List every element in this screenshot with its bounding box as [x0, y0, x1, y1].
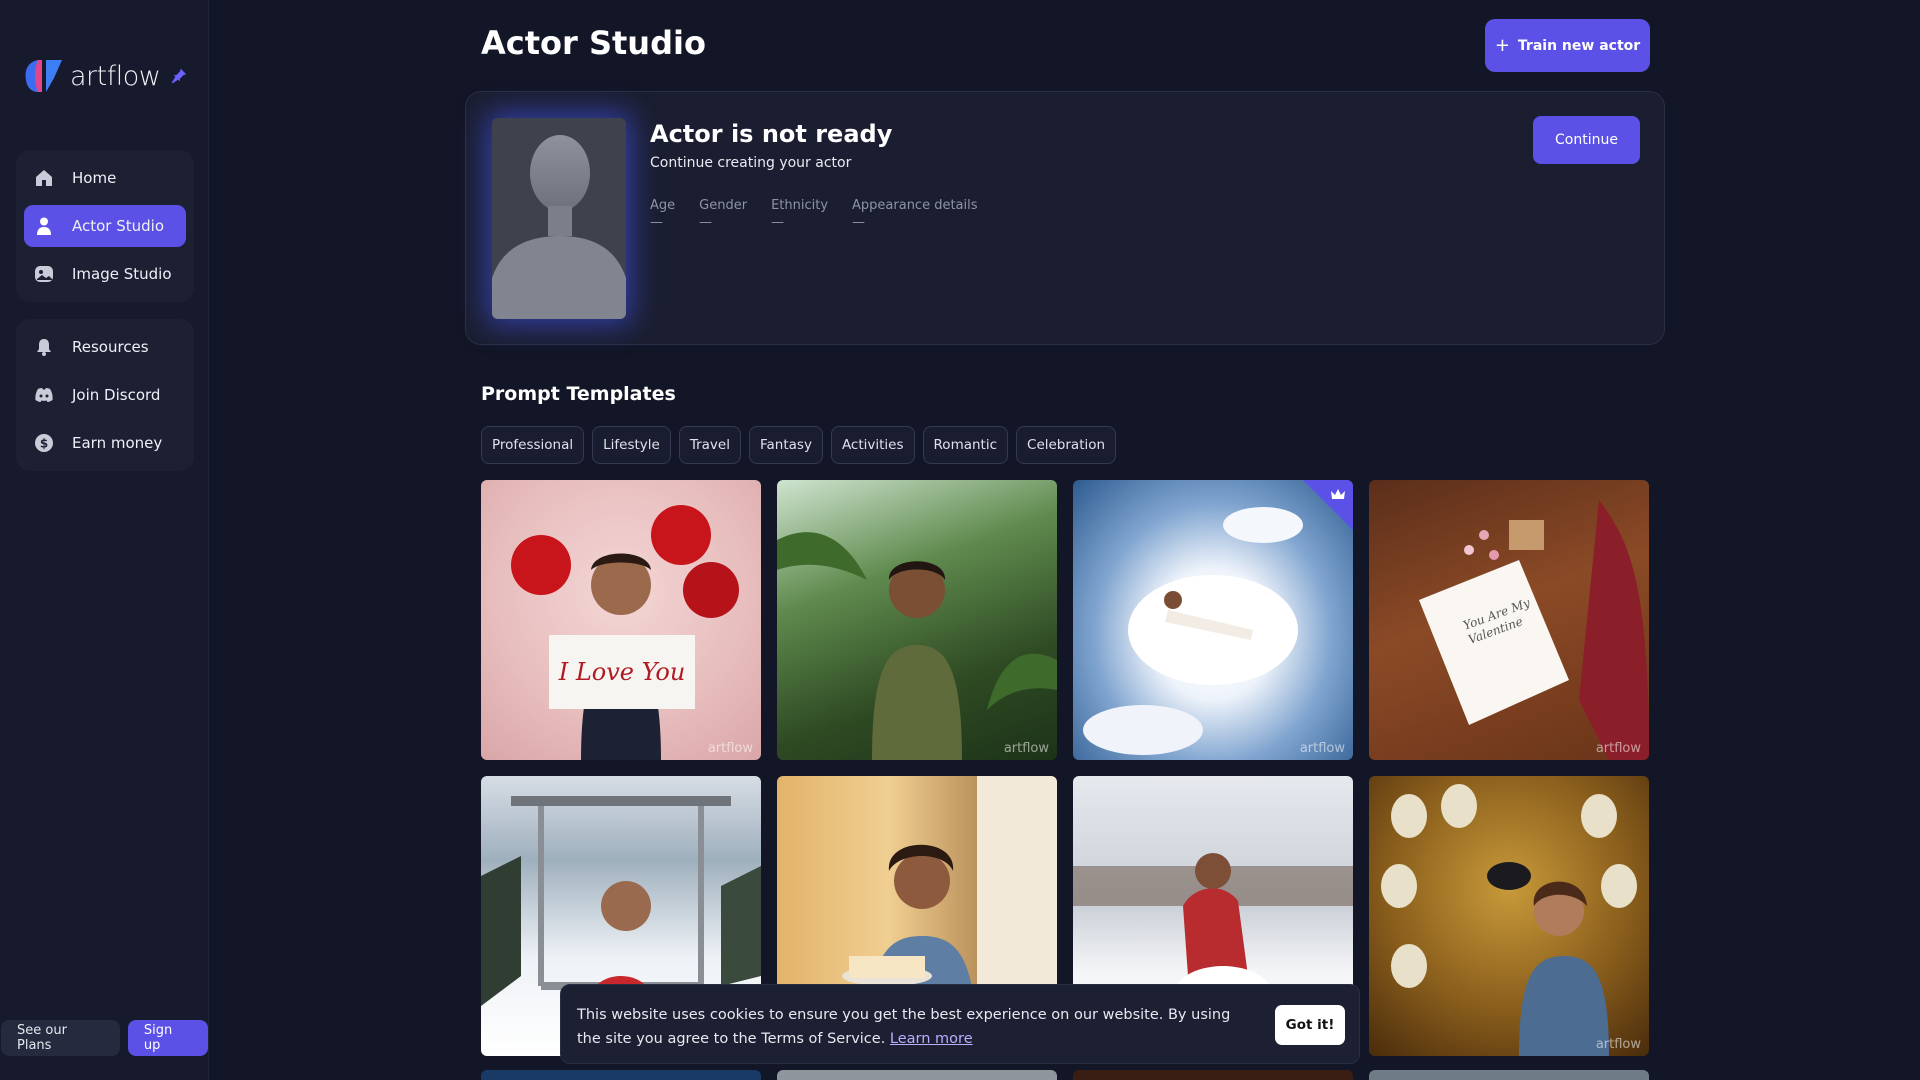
- see-plans-button[interactable]: See our Plans: [1, 1020, 120, 1056]
- field-value: —: [852, 215, 866, 230]
- chip-romantic[interactable]: Romantic: [922, 426, 1009, 464]
- chip-lifestyle[interactable]: Lifestyle: [592, 426, 671, 464]
- chip-travel[interactable]: Travel: [678, 426, 741, 464]
- field-value: —: [699, 215, 713, 230]
- sidebar-item-home[interactable]: Home: [24, 157, 186, 199]
- cookie-banner: This website uses cookies to ensure you …: [560, 984, 1360, 1064]
- chip-activities[interactable]: Activities: [830, 426, 915, 464]
- love-sign: I Love You: [549, 635, 695, 709]
- sidebar-item-label: Resources: [72, 338, 149, 356]
- masquerade-image: [1381, 784, 1637, 1056]
- field-ethnicity: Ethnicity —: [771, 198, 828, 230]
- chip-celebration[interactable]: Celebration: [1016, 426, 1117, 464]
- crown-icon: [1331, 489, 1345, 499]
- field-label: Age: [650, 198, 676, 213]
- template-tile-masquerade[interactable]: artflow: [1369, 776, 1649, 1056]
- dollar-icon: $: [34, 433, 54, 453]
- field-gender: Gender —: [699, 198, 747, 230]
- sign-up-button[interactable]: Sign up: [127, 1020, 208, 1056]
- nav-group-main: Home Actor Studio Image Studio: [16, 150, 194, 302]
- page-title: Actor Studio: [481, 24, 706, 62]
- watermark: artflow: [1003, 741, 1049, 756]
- got-it-button[interactable]: Got it!: [1275, 1005, 1345, 1045]
- image-studio-icon: [34, 264, 54, 284]
- discord-icon: [34, 385, 54, 405]
- sidebar-item-resources[interactable]: Resources: [24, 326, 186, 368]
- home-icon: [34, 168, 54, 188]
- sidebar-item-label: Earn money: [72, 434, 163, 452]
- sidebar-item-earn-money[interactable]: $ Earn money: [24, 422, 186, 464]
- logo-text: artflow: [70, 60, 161, 92]
- sidebar-item-image-studio[interactable]: Image Studio: [24, 253, 186, 295]
- watermark: artflow: [1595, 741, 1641, 756]
- template-tile[interactable]: [1073, 1070, 1353, 1080]
- template-tile[interactable]: [1369, 1070, 1649, 1080]
- continue-button[interactable]: Continue: [1533, 116, 1640, 164]
- train-new-actor-label: Train new actor: [1517, 37, 1641, 54]
- field-value: —: [650, 215, 663, 230]
- template-tile[interactable]: [777, 1070, 1057, 1080]
- sidebar-item-actor-studio[interactable]: Actor Studio: [24, 205, 186, 247]
- sidebar-item-label: Home: [72, 169, 117, 187]
- pin-icon[interactable]: [170, 67, 188, 85]
- watermark: artflow: [707, 741, 753, 756]
- template-tile-love-balloons[interactable]: I Love You artflow: [481, 480, 761, 760]
- actor-status-title: Actor is not ready: [650, 120, 893, 148]
- train-new-actor-button[interactable]: + Train new actor: [1485, 19, 1650, 72]
- watermark: artflow: [1595, 1037, 1641, 1052]
- sidebar-item-label: Image Studio: [72, 265, 172, 283]
- template-category-chips: Professional Lifestyle Travel Fantasy Ac…: [481, 426, 1117, 464]
- template-tile-greenhouse[interactable]: artflow: [777, 480, 1057, 760]
- bell-icon: [34, 337, 54, 357]
- artflow-logo-icon: [25, 60, 62, 92]
- person-icon: [34, 216, 54, 236]
- love-balloons-image: [511, 505, 739, 760]
- actor-card: Actor is not ready Continue creating you…: [465, 91, 1665, 345]
- actor-placeholder-image: [492, 118, 626, 319]
- sidebar-bottom-actions: See our Plans Sign up: [1, 1020, 208, 1056]
- greenhouse-image: [777, 532, 1057, 760]
- chip-professional[interactable]: Professional: [481, 426, 585, 464]
- template-tile-cloud-floating[interactable]: artflow: [1073, 480, 1353, 760]
- field-appearance: Appearance details —: [852, 198, 978, 230]
- learn-more-link[interactable]: Learn more: [890, 1031, 973, 1047]
- template-tile[interactable]: [481, 1070, 761, 1080]
- field-label: Appearance details: [852, 198, 978, 213]
- logo[interactable]: artflow: [24, 58, 188, 94]
- field-label: Gender: [699, 198, 748, 213]
- template-tile-valentine-card[interactable]: You Are My Valentine artflow: [1369, 480, 1649, 760]
- nav-group-secondary: Resources Join Discord $ Earn money: [16, 319, 194, 471]
- chip-fantasy[interactable]: Fantasy: [748, 426, 823, 464]
- field-label: Ethnicity: [771, 198, 829, 213]
- watermark: artflow: [1299, 741, 1345, 756]
- cookie-text: This website uses cookies to ensure you …: [577, 1003, 1237, 1051]
- svg-text:$: $: [40, 437, 48, 451]
- sidebar-item-label: Join Discord: [72, 386, 161, 404]
- field-value: —: [771, 215, 785, 230]
- section-title-prompt-templates: Prompt Templates: [481, 383, 676, 405]
- plus-icon: +: [1494, 35, 1510, 56]
- sidebar-item-label: Actor Studio: [72, 217, 165, 235]
- actor-fields: Age — Gender — Ethnicity — Appearance de…: [650, 198, 978, 230]
- actor-status-subtitle: Continue creating your actor: [650, 155, 852, 171]
- sidebar-item-discord[interactable]: Join Discord: [24, 374, 186, 416]
- sidebar: artflow Home Actor Studio Image Studio R…: [0, 0, 209, 1080]
- field-age: Age —: [650, 198, 675, 230]
